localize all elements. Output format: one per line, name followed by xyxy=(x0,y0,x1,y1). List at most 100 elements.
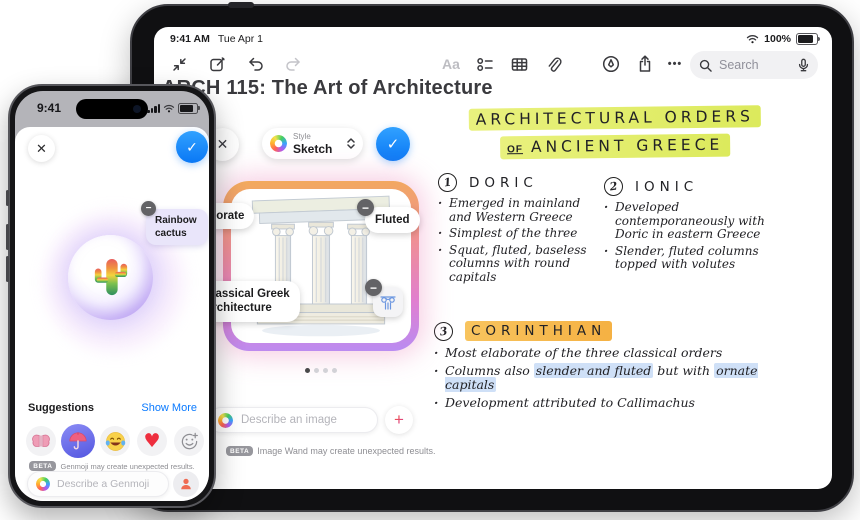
share-icon[interactable] xyxy=(632,51,658,77)
check-icon: ✓ xyxy=(186,138,198,155)
mic-icon[interactable] xyxy=(798,58,809,72)
attachment-icon[interactable] xyxy=(540,51,566,77)
capital-sketch-icon xyxy=(380,296,396,310)
describe-genmoji-input[interactable] xyxy=(55,477,160,491)
describe-image-field[interactable] xyxy=(208,407,378,433)
suggestion-joy-emoji[interactable] xyxy=(100,426,130,456)
doric-bullet: Simplest of the three xyxy=(438,226,590,241)
show-more-link[interactable]: Show More xyxy=(141,402,197,414)
ipad-notes-app: 9:41 AM Tue Apr 1 100% Aa ••• Search ARC… xyxy=(154,27,832,489)
suggestion-heart-emoji[interactable]: ♥ xyxy=(137,426,167,456)
text-format-button[interactable]: Aa xyxy=(438,51,464,77)
chevron-updown-icon xyxy=(347,138,355,149)
battery-icon xyxy=(178,103,200,114)
corinthian-bullet: Development attributed to Callimachus xyxy=(434,395,764,411)
ipad-status-bar: 9:41 AM Tue Apr 1 xyxy=(170,33,263,45)
marketing-composition: 9:41 AM Tue Apr 1 100% Aa ••• Search ARC… xyxy=(0,0,860,520)
iphone-status-icons xyxy=(147,103,200,114)
corinthian-name: CORINTHIAN xyxy=(465,321,613,341)
genmoji-preview-orb xyxy=(68,235,153,320)
search-input[interactable] xyxy=(717,57,793,73)
signal-icon xyxy=(147,103,160,114)
collapse-button[interactable] xyxy=(166,51,192,77)
image-wand-disclaimer: BETA Image Wand may create unexpected re… xyxy=(226,446,435,456)
camera-lens xyxy=(133,105,141,113)
ipad-time: 9:41 AM xyxy=(170,33,210,45)
style-selector[interactable]: Style Sketch xyxy=(262,128,363,159)
page-dot[interactable] xyxy=(332,368,337,373)
heading-line2: OF ANCIENT GREECE xyxy=(499,133,731,160)
page-dot[interactable] xyxy=(314,368,319,373)
search-field[interactable] xyxy=(690,51,818,79)
suggestion-umbrella-emoji[interactable] xyxy=(61,424,95,458)
genmoji-close-button[interactable]: ✕ xyxy=(28,135,55,162)
apple-intelligence-icon xyxy=(218,412,233,428)
ionic-bullet: Developed contemporaneously with Doric i… xyxy=(604,200,774,242)
plus-icon: + xyxy=(394,410,404,429)
genmoji-disclaimer: BETA Genmoji may create unexpected resul… xyxy=(15,461,209,471)
note-title: ARCH 115: The Art of Architecture xyxy=(162,77,493,99)
add-emoji-button[interactable] xyxy=(174,426,204,456)
text-format-label: Aa xyxy=(442,56,460,72)
dynamic-island xyxy=(76,99,148,119)
style-icon xyxy=(270,135,287,152)
ipad-volume-button xyxy=(228,2,254,8)
rainbow-cactus-emoji xyxy=(94,258,127,295)
suggestion-brain-emoji[interactable] xyxy=(26,426,56,456)
action-button xyxy=(6,190,9,206)
iphone-time: 9:41 xyxy=(37,101,62,115)
iphone-screen: 9:41 ✕ ✓ − Rainbow cactus Suggestions Sh… xyxy=(15,91,209,501)
volume-up-button xyxy=(6,224,9,250)
remove-genmoji-tag-button[interactable]: − xyxy=(141,201,156,216)
style-label: Style xyxy=(293,131,311,141)
search-icon xyxy=(699,59,712,72)
volume-down-button xyxy=(6,256,9,282)
minus-icon: − xyxy=(361,200,369,215)
remove-sketch-reference-button[interactable]: − xyxy=(365,279,382,296)
doric-bullet: Emerged in mainland and Western Greece xyxy=(438,196,590,224)
checklist-icon[interactable] xyxy=(472,51,498,77)
image-variant-dots xyxy=(223,360,419,378)
redo-button[interactable] xyxy=(280,51,306,77)
ellipsis-icon: ••• xyxy=(667,58,683,70)
check-icon: ✓ xyxy=(386,136,400,153)
ionic-bullet: Slender, fluted columns topped with volu… xyxy=(604,244,774,272)
ionic-name: IONIC xyxy=(635,178,699,195)
section-doric: 1 DORIC Emerged in mainland and Western … xyxy=(436,171,606,287)
wifi-icon xyxy=(746,35,759,44)
table-icon[interactable] xyxy=(506,51,532,77)
battery-icon xyxy=(796,33,820,45)
undo-button[interactable] xyxy=(242,51,268,77)
apple-intelligence-icon xyxy=(36,477,50,491)
iphone-device: 9:41 ✕ ✓ − Rainbow cactus Suggestions Sh… xyxy=(6,84,216,508)
notes-heading: ARCHITECTURAL ORDERS OF ANCIENT GREECE xyxy=(450,105,781,160)
page-dot[interactable] xyxy=(305,368,310,373)
beta-badge: BETA xyxy=(226,446,254,456)
heart-icon: ♥ xyxy=(143,429,161,452)
person-genmoji-button[interactable] xyxy=(173,471,199,497)
section-ionic: 2 IONIC Developed contemporaneously with… xyxy=(602,175,790,275)
close-icon: ✕ xyxy=(36,140,47,156)
page-dot[interactable] xyxy=(323,368,328,373)
remove-fluted-button[interactable]: − xyxy=(357,199,374,216)
ionic-number: 2 xyxy=(602,175,625,198)
corinthian-bullet: Most elaborate of the three classical or… xyxy=(434,345,764,361)
suggestions-label: Suggestions xyxy=(28,402,95,414)
ipad-date: Tue Apr 1 xyxy=(217,33,264,45)
style-value: Sketch xyxy=(293,141,333,156)
genmoji-sheet: ✕ ✓ − Rainbow cactus Suggestions Show Mo… xyxy=(15,127,209,501)
describe-image-input[interactable] xyxy=(239,413,368,427)
genmoji-confirm-button[interactable]: ✓ xyxy=(176,131,208,163)
add-description-button[interactable]: + xyxy=(385,406,413,434)
image-wand-confirm-button[interactable]: ✓ xyxy=(376,127,410,161)
corinthian-number: 3 xyxy=(432,320,455,342)
more-button[interactable]: ••• xyxy=(662,51,688,77)
doric-name: DORIC xyxy=(469,174,538,191)
doric-bullet: Squat, fluted, baseless columns with rou… xyxy=(438,243,590,285)
markup-icon[interactable] xyxy=(598,51,624,77)
describe-genmoji-field[interactable] xyxy=(27,471,169,497)
tag-rainbow-cactus[interactable]: Rainbow cactus xyxy=(146,209,208,245)
close-icon: ✕ xyxy=(216,136,229,152)
compose-button[interactable] xyxy=(204,51,230,77)
heading-line1: ARCHITECTURAL ORDERS xyxy=(468,105,762,131)
